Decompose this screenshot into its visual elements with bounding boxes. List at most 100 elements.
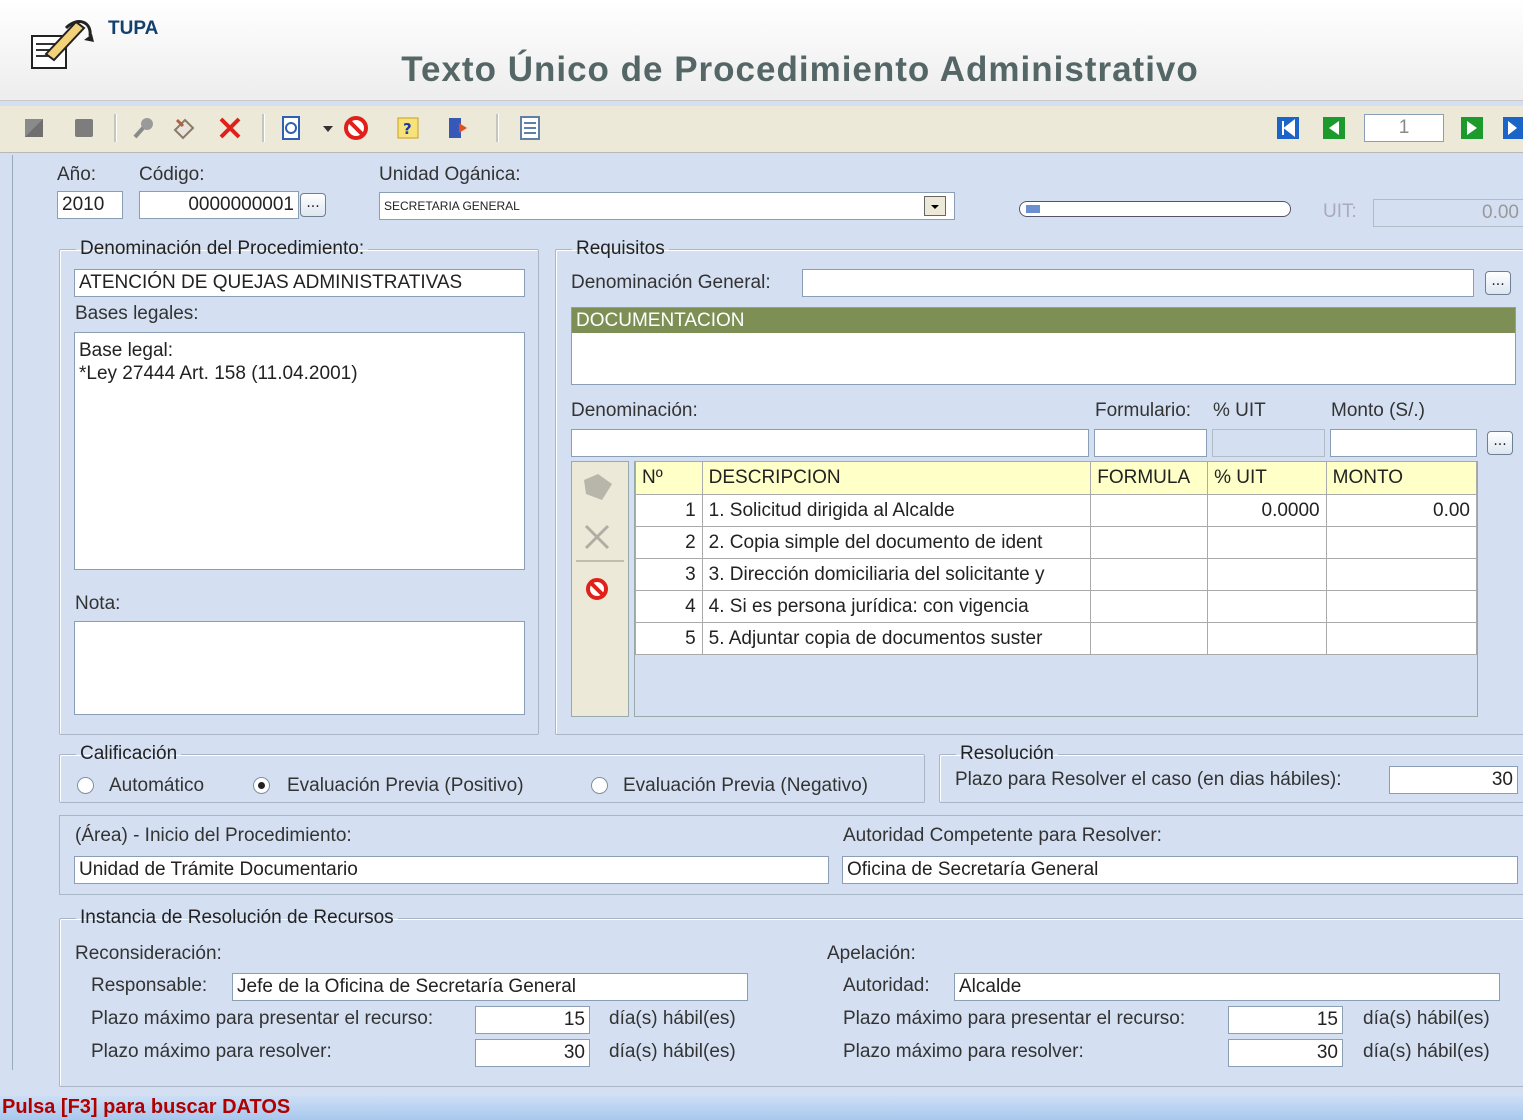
tag-icon[interactable] <box>580 470 616 509</box>
form-panel: Año: Código: Unidad Ogánica: 2010 000000… <box>12 155 1523 1087</box>
exit-door-icon[interactable] <box>444 114 472 142</box>
radio-evaluacion-negativo-label[interactable]: Evaluación Previa (Negativo) <box>623 775 868 797</box>
cell-num: 1 <box>635 494 703 527</box>
col-monto[interactable]: MONTO <box>1325 461 1478 495</box>
table-row[interactable]: 3 3. Dirección domiciliaria del solicita… <box>635 558 1478 591</box>
anio-field[interactable]: 2010 <box>57 191 123 219</box>
progress-bar <box>1019 201 1291 217</box>
apel-autoridad-label: Autoridad: <box>843 975 930 996</box>
responsable-field[interactable]: Jefe de la Oficina de Secretaría General <box>232 973 748 1001</box>
last-record-icon[interactable] <box>1500 114 1523 142</box>
cell-uit: 0.0000 <box>1207 494 1327 527</box>
radio-automatico[interactable] <box>77 777 94 794</box>
recon-dias-resolver-label: día(s) hábil(es) <box>609 1041 736 1062</box>
cancel-row-icon[interactable] <box>584 576 610 607</box>
anio-label: Año: <box>57 164 97 185</box>
responsable-label: Responsable: <box>91 975 208 996</box>
toolbar: ? 1 <box>0 106 1523 153</box>
new-record-icon[interactable] <box>20 114 48 142</box>
den-general-label: Denominación General: <box>571 272 771 293</box>
den-general-lookup-button[interactable]: ... <box>1485 271 1511 295</box>
remove-row-icon[interactable] <box>582 522 612 557</box>
radio-evaluacion-positivo-label[interactable]: Evaluación Previa (Positivo) <box>287 775 524 797</box>
prev-record-icon[interactable] <box>1320 114 1348 142</box>
bases-legales-label: Bases legales: <box>75 303 199 324</box>
col-num[interactable]: Nº <box>635 461 703 495</box>
table-row[interactable]: 2 2. Copia simple del documento de ident <box>635 526 1478 559</box>
recon-plazo-resolver-label: Plazo máximo para resolver: <box>91 1041 332 1062</box>
procedimiento-legend: Denominación del Procedimiento: <box>80 238 365 259</box>
edit-brush-icon[interactable] <box>170 114 198 142</box>
cell-monto: 0.00 <box>1325 494 1478 527</box>
plazo-resolver-field[interactable]: 30 <box>1389 766 1518 794</box>
table-row[interactable]: 1 1. Solicitud dirigida al Alcalde 0.000… <box>635 494 1478 527</box>
app-header: TUPA Texto Único de Procedimiento Admini… <box>0 0 1523 101</box>
recon-plazo-presentar-label: Plazo máximo para presentar el recurso: <box>91 1008 434 1029</box>
col-uit[interactable]: % UIT <box>1207 461 1327 495</box>
formulario-label: Formulario: <box>1095 400 1192 421</box>
col-descripcion[interactable]: DESCRIPCION <box>701 461 1092 495</box>
progress-fill <box>1026 205 1040 213</box>
apel-dias-resolver-label: día(s) hábil(es) <box>1363 1041 1490 1062</box>
pct-uit-label: % UIT <box>1213 400 1266 421</box>
monto-lookup-button[interactable]: ... <box>1487 431 1513 455</box>
delete-icon[interactable] <box>216 114 244 142</box>
table-row[interactable]: 4 4. Si es persona jurídica: con vigenci… <box>635 590 1478 623</box>
monto-field[interactable] <box>1330 429 1477 457</box>
cell-formula <box>1090 558 1209 591</box>
table-row[interactable]: 5 5. Adjuntar copia de documentos suster <box>635 622 1478 655</box>
inicio-label: (Área) - Inicio del Procedimiento: <box>75 825 352 846</box>
chevron-down-icon[interactable] <box>924 196 946 216</box>
radio-automatico-label[interactable]: Automático <box>109 775 204 797</box>
cancel-icon[interactable] <box>342 114 370 142</box>
help-icon[interactable]: ? <box>394 114 422 142</box>
nota-textarea[interactable] <box>74 621 525 715</box>
radio-evaluacion-negativo[interactable] <box>591 777 608 794</box>
plazo-resolver-label: Plazo para Resolver el caso (en dias háb… <box>955 769 1342 790</box>
apel-autoridad-field[interactable]: Alcalde <box>954 973 1500 1001</box>
cell-uit <box>1207 558 1327 591</box>
codigo-field[interactable]: 0000000001 <box>139 191 299 219</box>
bases-line-2: *Ley 27444 Art. 158 (11.04.2001) <box>79 363 358 384</box>
page-number-field[interactable]: 1 <box>1364 114 1444 142</box>
resolucion-legend: Resolución <box>960 743 1054 764</box>
cell-formula <box>1090 494 1209 527</box>
list-view-icon[interactable] <box>516 114 544 142</box>
recon-plazo-presentar-field[interactable]: 15 <box>475 1006 590 1034</box>
grid-action-strip <box>571 461 629 717</box>
cell-uit <box>1207 590 1327 623</box>
unidad-label: Unidad Ogánica: <box>379 164 521 185</box>
denominacion-label: Denominación: <box>571 400 698 421</box>
app-logo-icon <box>26 14 98 74</box>
dropdown-arrow-icon[interactable] <box>314 114 342 142</box>
cell-desc: 3. Dirección domiciliaria del solicitant… <box>701 558 1092 591</box>
next-record-icon[interactable] <box>1458 114 1486 142</box>
denominacion-field[interactable] <box>571 429 1089 457</box>
save-icon[interactable] <box>70 114 98 142</box>
autoridad-competente-field[interactable]: Oficina de Secretaría General <box>842 856 1518 884</box>
cell-num: 2 <box>635 526 703 559</box>
first-record-icon[interactable] <box>1274 114 1302 142</box>
bases-legales-textarea[interactable]: Base legal: *Ley 27444 Art. 158 (11.04.2… <box>74 332 525 570</box>
codigo-lookup-button[interactable]: ... <box>300 193 326 217</box>
cell-uit <box>1207 526 1327 559</box>
recon-plazo-resolver-field[interactable]: 30 <box>475 1039 590 1067</box>
radio-evaluacion-positivo[interactable] <box>253 777 270 794</box>
col-formula[interactable]: FORMULA <box>1090 461 1209 495</box>
app-name: TUPA <box>108 18 159 39</box>
nota-label: Nota: <box>75 593 121 614</box>
inicio-field[interactable]: Unidad de Trámite Documentario <box>74 856 829 884</box>
formulario-field[interactable] <box>1094 429 1207 457</box>
requisitos-list-item[interactable]: DOCUMENTACION <box>572 308 1515 333</box>
cell-formula <box>1090 622 1209 655</box>
unidad-select[interactable]: SECRETARIA GENERAL <box>379 192 955 220</box>
search-key-icon[interactable] <box>130 114 158 142</box>
requisitos-list[interactable]: DOCUMENTACION <box>571 307 1516 385</box>
procedimiento-name-field[interactable]: ATENCIÓN DE QUEJAS ADMINISTRATIVAS <box>74 269 525 297</box>
apel-plazo-resolver-label: Plazo máximo para resolver: <box>843 1041 1084 1062</box>
apel-plazo-presentar-field[interactable]: 15 <box>1228 1006 1343 1034</box>
monto-label: Monto (S/.) <box>1331 400 1425 421</box>
preview-icon[interactable] <box>278 114 306 142</box>
den-general-field[interactable] <box>802 269 1474 297</box>
apel-plazo-resolver-field[interactable]: 30 <box>1228 1039 1343 1067</box>
